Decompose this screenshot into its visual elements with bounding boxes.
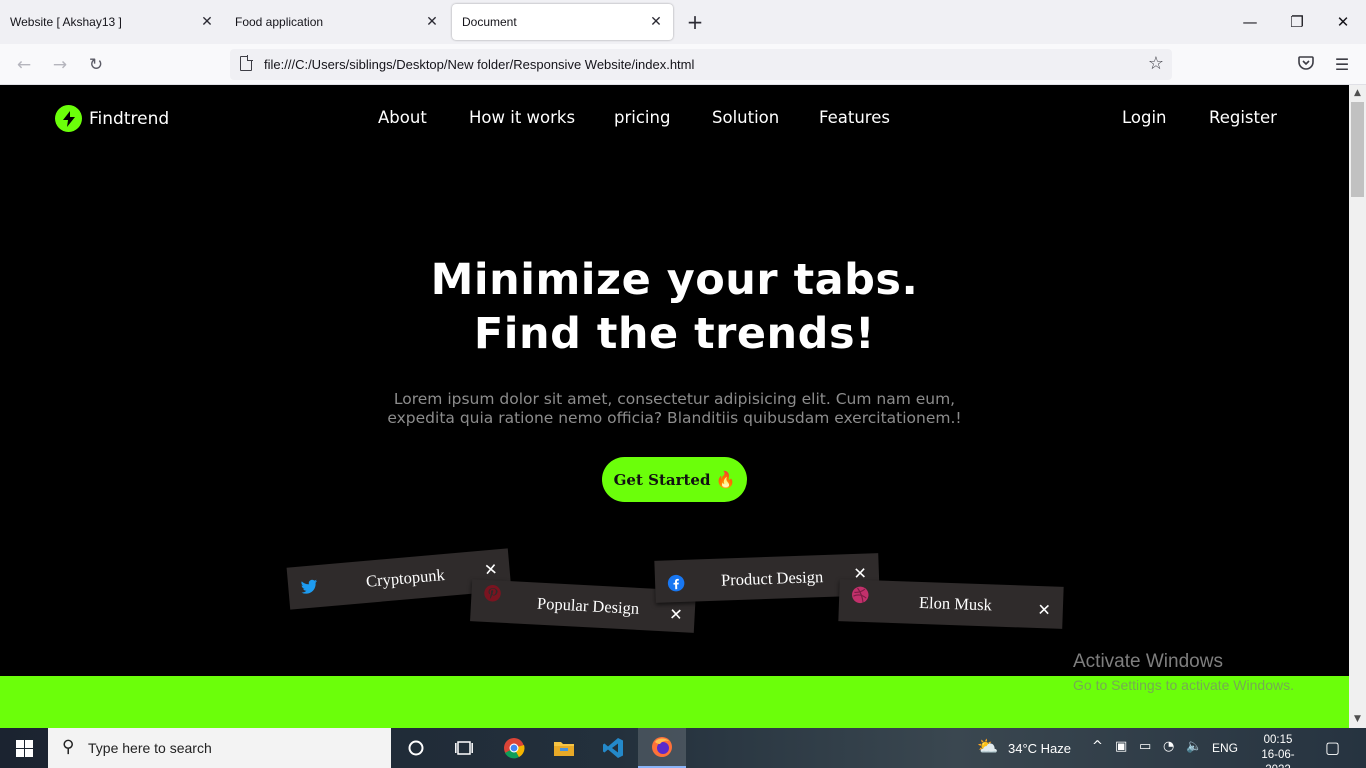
new-tab-icon[interactable]: +: [684, 11, 706, 33]
address-bar[interactable]: file:///C:/Users/siblings/Desktop/New fo…: [230, 49, 1172, 80]
watermark-title: Activate Windows: [1073, 651, 1223, 672]
browser-tab-bar: Website [ Akshay13 ] ✕ Food application …: [0, 0, 1366, 44]
hero-title: Minimize your tabs. Find the trends!: [0, 253, 1349, 361]
task-view-icon[interactable]: [440, 728, 488, 768]
pinterest-icon: [484, 584, 501, 602]
hero-subtitle: Lorem ipsum dolor sit amet, consectetur …: [0, 390, 1349, 428]
hero-subtitle-line-2: expedita quia ratione nemo officia? Blan…: [387, 409, 962, 427]
hero-subtitle-line-1: Lorem ipsum dolor sit amet, consectetur …: [393, 390, 956, 408]
pocket-icon[interactable]: [1295, 54, 1317, 76]
get-started-label: Get Started: [613, 470, 711, 489]
taskbar-search-box[interactable]: ⚲ Type here to search: [48, 728, 391, 768]
cortana-icon[interactable]: [392, 728, 440, 768]
close-icon[interactable]: ✕: [483, 559, 498, 579]
nav-link-how-it-works[interactable]: How it works: [469, 108, 575, 127]
tab-title: Document: [462, 15, 517, 29]
nav-link-features[interactable]: Features: [819, 108, 890, 127]
volume-icon[interactable]: 🔈: [1186, 739, 1202, 754]
weather-cloud-icon[interactable]: ⛅: [977, 737, 998, 757]
browser-navigation-bar: ← → ↻ file:///C:/Users/siblings/Desktop/…: [0, 44, 1366, 85]
windows-taskbar: ⚲ Type here to search ⛅ 34°C Haze ^ ▣ ▭ …: [0, 728, 1366, 768]
scroll-thumb[interactable]: [1351, 102, 1364, 197]
hero-title-line-1: Minimize your tabs.: [430, 255, 919, 305]
close-icon[interactable]: ✕: [1037, 600, 1051, 619]
close-icon[interactable]: ✕: [669, 605, 683, 625]
clock-time: 00:15: [1263, 734, 1293, 746]
lightning-logo-icon: [55, 105, 82, 132]
nav-link-pricing[interactable]: pricing: [614, 108, 670, 127]
minimize-icon[interactable]: —: [1238, 10, 1262, 34]
chip-label: Product Design: [720, 567, 824, 590]
restore-icon[interactable]: ❐: [1285, 10, 1309, 34]
trend-chip-elon-musk[interactable]: Elon Musk ✕: [838, 579, 1064, 629]
taskbar-clock[interactable]: 00:15 16-06-2022: [1256, 733, 1300, 768]
login-link[interactable]: Login: [1122, 108, 1167, 127]
wifi-icon[interactable]: ◔: [1163, 739, 1174, 754]
forward-arrow-icon[interactable]: →: [46, 52, 74, 78]
tab-title: Food application: [235, 15, 324, 29]
hamburger-menu-icon[interactable]: ☰: [1331, 54, 1353, 76]
activate-windows-watermark: Activate Windows Go to Settings to activ…: [1073, 651, 1294, 693]
back-arrow-icon[interactable]: ←: [10, 52, 38, 78]
page-scrollbar[interactable]: ▲ ▼: [1349, 85, 1366, 728]
notifications-icon[interactable]: ▢: [1325, 738, 1340, 757]
nav-link-solution[interactable]: Solution: [712, 108, 779, 127]
search-icon: ⚲: [62, 737, 75, 757]
close-window-icon[interactable]: ✕: [1331, 10, 1355, 34]
file-explorer-icon[interactable]: [540, 728, 588, 768]
page-icon: [240, 55, 253, 71]
bookmark-star-icon[interactable]: ☆: [1148, 53, 1164, 74]
hero-title-line-2: Find the trends!: [473, 309, 876, 359]
chip-label: Popular Design: [536, 593, 640, 618]
close-tab-icon[interactable]: ✕: [647, 12, 665, 30]
close-tab-icon[interactable]: ✕: [198, 12, 216, 30]
windows-start-icon[interactable]: [0, 728, 48, 768]
facebook-icon: [667, 574, 685, 592]
get-started-button[interactable]: Get Started 🔥: [602, 457, 747, 502]
browser-tab-document[interactable]: Document ✕: [452, 4, 673, 40]
twitter-icon: [301, 579, 318, 594]
flame-icon: 🔥: [715, 470, 736, 489]
nav-link-about[interactable]: About: [378, 108, 427, 127]
chevron-up-icon[interactable]: ^: [1092, 739, 1103, 754]
page-viewport: Findtrend About How it works pricing Sol…: [0, 85, 1349, 728]
network-device-icon[interactable]: ▣: [1115, 739, 1127, 754]
dribbble-icon: [852, 586, 869, 604]
clock-date: 16-06-2022: [1261, 749, 1295, 768]
scroll-up-arrow-icon[interactable]: ▲: [1349, 85, 1366, 102]
reload-icon[interactable]: ↻: [82, 52, 110, 78]
tab-title: Website [ Akshay13 ]: [10, 15, 122, 29]
site-brand[interactable]: Findtrend: [55, 105, 169, 132]
chip-label: Elon Musk: [918, 592, 993, 615]
watermark-subtitle: Go to Settings to activate Windows.: [1073, 677, 1294, 693]
battery-icon[interactable]: ▭: [1139, 739, 1151, 754]
chrome-icon[interactable]: [490, 728, 538, 768]
firefox-icon[interactable]: [638, 728, 686, 768]
browser-tab-website[interactable]: Website [ Akshay13 ] ✕: [0, 4, 224, 40]
weather-text[interactable]: 34°C Haze: [1008, 741, 1071, 756]
brand-name: Findtrend: [89, 108, 170, 129]
url-text[interactable]: file:///C:/Users/siblings/Desktop/New fo…: [264, 57, 694, 72]
taskbar-search-placeholder: Type here to search: [88, 740, 212, 756]
close-tab-icon[interactable]: ✕: [423, 12, 441, 30]
browser-tab-food-application[interactable]: Food application ✕: [225, 4, 449, 40]
language-indicator[interactable]: ENG: [1212, 741, 1238, 755]
scroll-down-arrow-icon[interactable]: ▼: [1349, 711, 1366, 728]
vscode-icon[interactable]: [589, 728, 637, 768]
register-link[interactable]: Register: [1209, 108, 1277, 127]
chip-label: Cryptopunk: [365, 565, 446, 591]
